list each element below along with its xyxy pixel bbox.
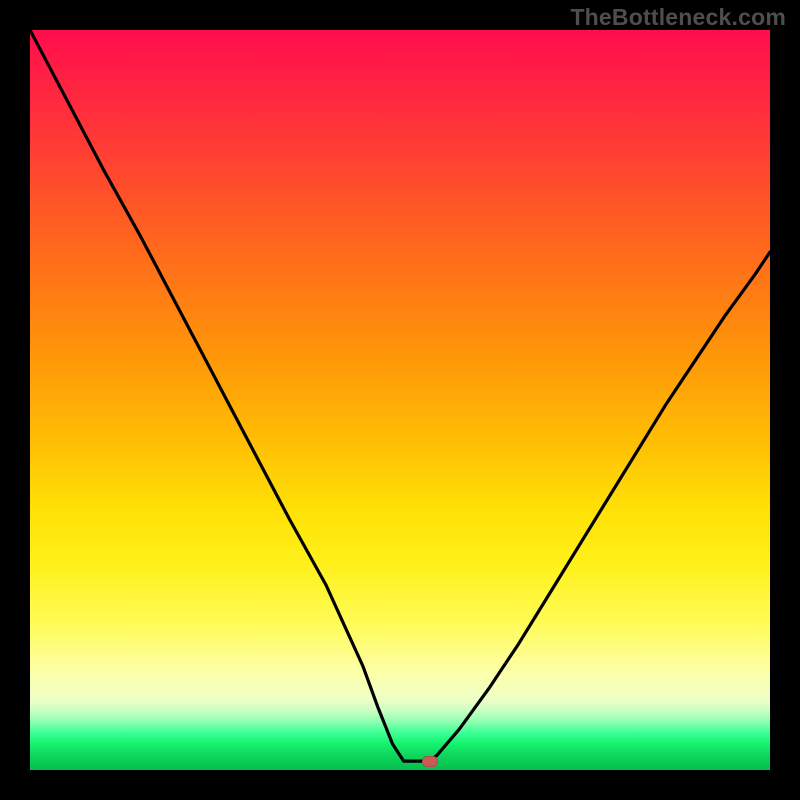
optimum-marker [422, 756, 438, 767]
chart-frame: TheBottleneck.com [0, 0, 800, 800]
bottleneck-curve [30, 30, 770, 770]
plot-area [30, 30, 770, 770]
watermark-text: TheBottleneck.com [570, 4, 786, 31]
